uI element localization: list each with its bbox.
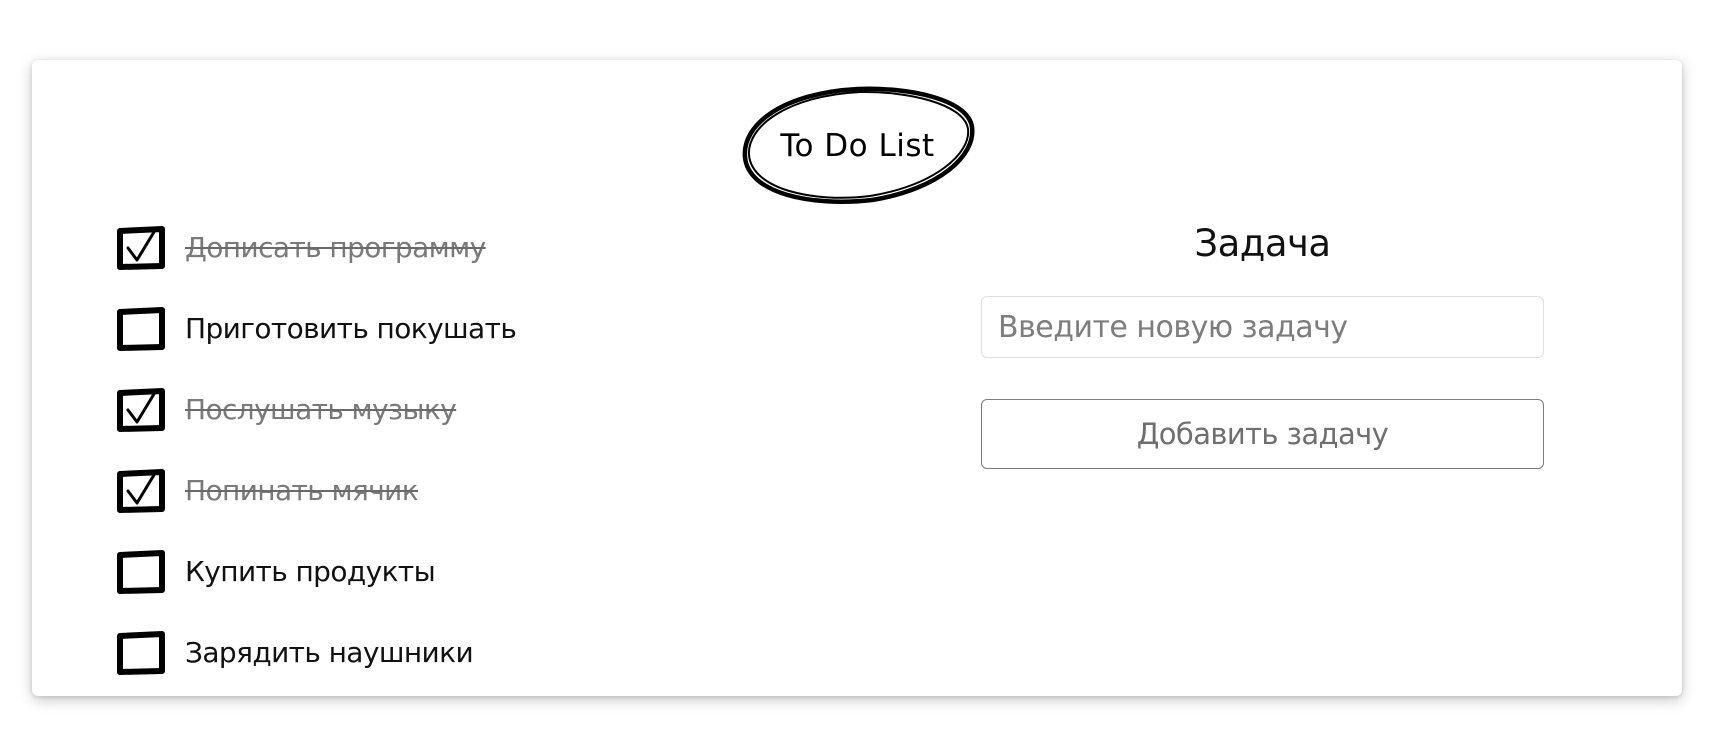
task-label[interactable]: Дописать программу	[185, 228, 486, 268]
checkbox-checked-icon[interactable]	[116, 388, 166, 432]
new-task-input[interactable]	[981, 296, 1544, 358]
task-label[interactable]: Зарядить наушники	[185, 633, 474, 673]
task-label[interactable]: Послушать музыку	[185, 390, 457, 430]
checkbox-checked-icon[interactable]	[116, 469, 166, 513]
checkbox-empty-icon[interactable]	[116, 307, 166, 351]
page-title: To Do List	[780, 128, 935, 164]
checkmark-icon	[126, 473, 156, 505]
checkmark-icon	[126, 230, 156, 262]
form-title: Задача	[1194, 222, 1331, 265]
task-label[interactable]: Купить продукты	[185, 552, 436, 592]
checkmark-icon	[126, 392, 156, 424]
app-title-badge: To Do List	[740, 85, 975, 205]
checkbox-checked-icon[interactable]	[116, 226, 166, 270]
checkbox-empty-icon[interactable]	[116, 631, 166, 675]
add-task-button[interactable]: Добавить задачу	[981, 399, 1544, 469]
task-label[interactable]: Попинать мячик	[185, 471, 419, 511]
task-label[interactable]: Приготовить покушать	[185, 309, 517, 349]
checkbox-empty-icon[interactable]	[116, 550, 166, 594]
